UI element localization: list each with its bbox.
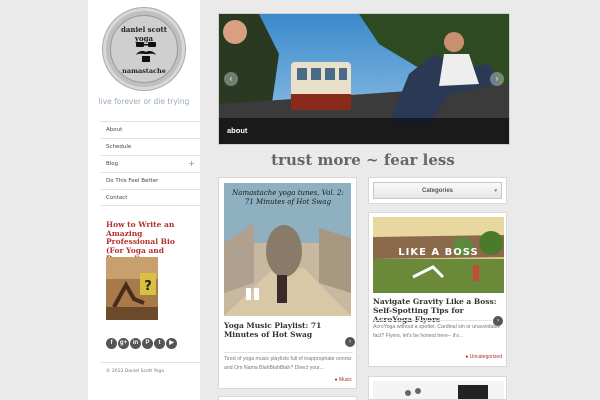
google-plus-icon[interactable]: g+ [118,338,129,349]
footer-divider [100,362,200,363]
nav-item-schedule[interactable]: Schedule [100,138,200,155]
slider-caption[interactable]: about [219,118,509,144]
hero-slider[interactable]: ‹ › about [218,13,510,145]
nav-label: About [106,127,123,133]
post-category[interactable]: ● Music [335,377,352,383]
post-image-title: LIKE A BOSS [398,247,479,258]
nav-item-blog[interactable]: Blog + [100,155,200,172]
category-label: Music [338,377,352,383]
post-category[interactable]: ● Uncategorized [465,354,502,360]
nav-label: Do This Feel Better [106,178,159,184]
post-image-art [373,381,504,399]
logo-badge: daniel scott yoga namastache [110,15,178,83]
linkedin-icon[interactable]: in [130,338,141,349]
categories-dropdown[interactable]: Categories ▾ [373,182,502,199]
nav-label: Contact [106,195,128,201]
categories-dropdown-label: Categories [421,188,453,194]
chevron-down-icon: ▾ [494,188,497,194]
youtube-icon[interactable]: ▶ [166,338,177,349]
social-links: f g+ in P t ▶ [106,338,177,350]
logo-bottom-text: namastache [122,67,166,75]
post-card [218,396,357,400]
expand-icon[interactable]: + [188,156,195,172]
pinterest-icon[interactable]: P [142,338,153,349]
facebook-icon[interactable]: f [106,338,117,349]
nav-item-do-this-feel-better[interactable]: Do This Feel Better [100,172,200,189]
mustache-face-icon [136,42,156,62]
post-excerpt: Tired of yoga music playlists full of in… [224,356,352,371]
category-label: Uncategorized [469,354,502,360]
categories-widget: Categories ▾ [368,177,507,204]
page-headline: trust more ~ fear less [271,151,455,169]
copyright: © 2012 Daniel Scott Yoga [106,369,165,374]
post-card: LIKE A BOSS Navigate Gravity Like a Boss… [368,212,507,367]
post-title[interactable]: Yoga Music Playlist: 71 Minutes of Hot S… [224,321,348,339]
post-card: Namastache yoga tunes, Vol. 2: 71 Minute… [218,177,357,389]
nav-label: Blog [106,161,119,167]
post-thumbnail[interactable] [373,381,504,399]
slider-next-button[interactable]: › [490,72,504,86]
site-logo[interactable]: daniel scott yoga namastache [103,8,185,90]
nav-item-about[interactable]: About [100,121,200,138]
post-thumbnail[interactable]: LIKE A BOSS [373,217,504,293]
post-divider [224,352,353,353]
post-card [368,376,507,400]
sidebar: daniel scott yoga namastache live foreve… [88,0,200,400]
svg-text:?: ? [144,279,152,294]
sidebar-post-image[interactable]: ? [106,257,158,320]
twitter-icon[interactable]: t [154,338,165,349]
slider-prev-button[interactable]: ‹ [224,72,238,86]
post-divider [374,320,492,321]
nav-label: Schedule [106,144,132,150]
post-excerpt: AcroYoga without a spotter. Cardinal sin… [373,324,501,339]
post-thumbnail[interactable]: Namastache yoga tunes, Vol. 2: 71 Minute… [224,183,351,316]
nav-item-contact[interactable]: Contact [100,189,200,206]
main-nav: About Schedule Blog + Do This Feel Better… [100,121,200,206]
read-more-button[interactable]: › [345,337,355,347]
tagline: live forever or die trying [98,97,190,106]
post-image-title: Namastache yoga tunes, Vol. 2: 71 Minute… [232,189,344,206]
